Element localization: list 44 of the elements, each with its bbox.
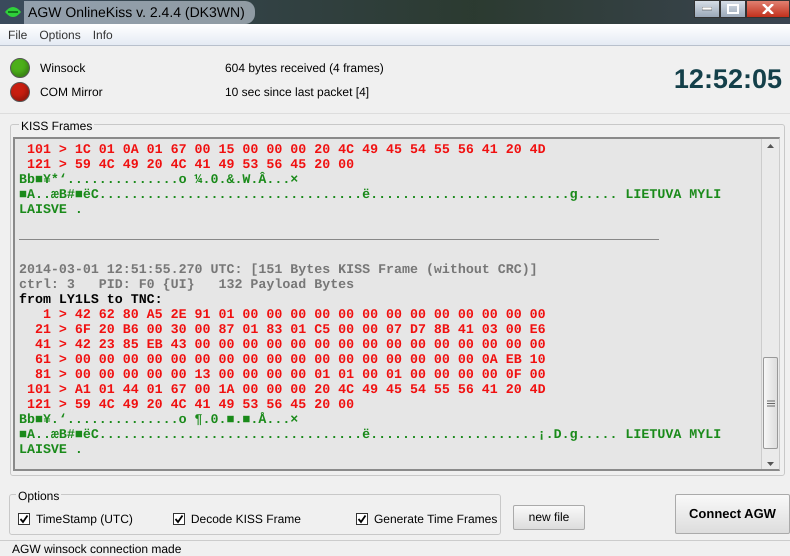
status-bar-text: AGW winsock connection made: [0, 540, 790, 556]
checkbox-label: TimeStamp (UTC): [36, 511, 133, 528]
status-info: 604 bytes received (4 frames): [225, 60, 385, 76]
menu-item[interactable]: Info: [88, 26, 118, 44]
checkbox[interactable]: [356, 513, 368, 525]
maximize-icon: [727, 4, 739, 14]
ascii-dump-line: LAISVE .: [19, 202, 84, 217]
hex-dump-line: 61 > 00 00 00 00 00 00 00 00 00 00 00 00 00 00 00 00 00 0A EB 10: [34, 352, 547, 367]
menu-item[interactable]: File: [3, 26, 32, 44]
close-button[interactable]: [746, 0, 790, 18]
hex-dump-line: 1 > 42 62 80 A5 2E 91 01 00 00 00 00 00 00 00 00 00 00 00 00 00: [42, 307, 547, 322]
status-label: Winsock: [40, 60, 86, 76]
frame-source-line: from LY1LS to TNC:: [19, 292, 164, 307]
hex-dump-line: 121 > 59 4C 49 20 4C 41 49 53 56 45 20 00: [26, 397, 356, 412]
status-label: COM Mirror: [40, 84, 104, 100]
scrollbar-thumb[interactable]: [763, 357, 778, 449]
ascii-dump-line: Bb■¥.‘..............o ¶.0.■.■.Å...×: [19, 412, 300, 427]
checkbox-label: Decode KISS Frame: [190, 511, 301, 528]
connect-button[interactable]: Connect AGW: [675, 494, 790, 534]
ascii-dump-line: ■A..æB#■ëC.................................ë.........................g..... LIETUVA MYLI: [19, 187, 722, 202]
hex-dump-line: 101 > A1 01 44 01 67 00 1A 00 00 00 20 4C 49 45 54 55 56 41 20 4D: [26, 382, 547, 397]
menu-item[interactable]: Options: [34, 26, 86, 44]
app-icon: [4, 5, 22, 19]
clock-text: 12:52:05: [674, 63, 782, 96]
ascii-dump-line: LAISVE .: [19, 442, 84, 457]
checkbox[interactable]: [172, 513, 185, 525]
hex-dump-line: 21 > 6F 20 B6 00 30 00 87 01 83 01 C5 00 00 07 D7 8B 41 03 00 E6: [34, 322, 547, 337]
maximize-button[interactable]: [720, 0, 746, 18]
ascii-dump-line: Bb■¥*‘..............o ¼.0.&.W.Â...×: [19, 172, 300, 187]
checkbox-label: Generate Time Frames: [374, 511, 498, 528]
window-title: AGW OnlineKiss v. 2.4.4 (DK3WN): [24, 0, 255, 24]
hex-dump-line: 121 > 59 4C 49 20 4C 41 49 53 56 45 20 00: [26, 157, 356, 172]
ascii-dump-line: ■A..æB#■ëC.................................ë.....................¡.D.g..... LIETUVA MYLI: [19, 427, 722, 442]
frame-header-line: ctrl: 3 PID: F0 {UI} 132 Payload Bytes: [19, 277, 356, 292]
hex-dump-line: 101 > 1C 01 0A 01 67 00 15 00 00 00 20 4C 49 45 54 55 56 41 20 4D: [26, 142, 547, 157]
checkbox[interactable]: [18, 513, 30, 525]
close-icon: [762, 4, 774, 14]
minimize-button[interactable]: [694, 0, 720, 18]
hex-dump-line: 41 > 42 23 85 EB 43 00 00 00 00 00 00 00 00 00 00 00 00 00 00 00: [34, 337, 547, 352]
minimize-icon: [702, 7, 712, 11]
hex-dump-line: 81 > 00 00 00 00 00 13 00 00 00 00 01 01 00 01 00 00 00 00 0F 00: [34, 367, 547, 382]
status-info: 10 sec since last packet [4]: [225, 84, 370, 100]
new-file-button[interactable]: new file: [513, 504, 585, 530]
frame-header-line: 2014-03-01 12:51:55.270 UTC: [151 Bytes KISS Frame (without CRC)]: [19, 262, 539, 277]
